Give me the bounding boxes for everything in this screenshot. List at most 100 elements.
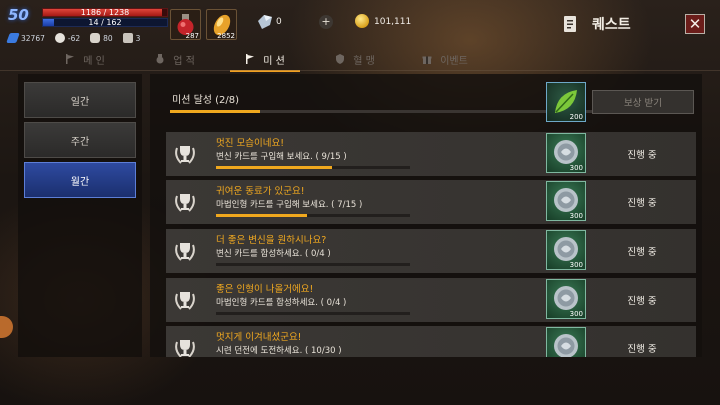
mission-title: 좋은 인형이 나올거에요! — [216, 284, 314, 295]
stat-buff: 3 — [122, 33, 141, 43]
mission-reward-count: 200 — [569, 113, 583, 121]
tab-achievement[interactable]: 업 적 — [130, 48, 220, 70]
mission-reward-count: 300 — [569, 164, 583, 172]
tab-mission-label: 미 션 — [263, 55, 285, 67]
tab-event[interactable]: 이벤트 — [400, 48, 490, 70]
mp-bar: 14 / 162 — [42, 18, 168, 27]
laurel-trophy-icon — [175, 243, 195, 261]
tab-event-label: 이벤트 — [440, 55, 468, 67]
close-icon: ✕ — [688, 15, 702, 33]
laurel-trophy-icon — [175, 340, 195, 357]
mission-reward-item[interactable]: 300 — [546, 327, 586, 357]
sidebar-item-monthly[interactable]: 월간 — [24, 162, 136, 198]
stat-mana: 32767 — [6, 33, 45, 43]
tab-clan-label: 혈 맹 — [353, 55, 375, 67]
player-level: 50 — [8, 6, 29, 24]
close-button[interactable]: ✕ — [685, 14, 705, 34]
mission-panel: 미션 달성 (2/8) 200 보상 받기 멋진 모습이네요! 변신 카드를 구입… — [150, 74, 702, 357]
stat-buff-value: 3 — [135, 33, 141, 43]
laurel-trophy-icon — [175, 194, 195, 212]
mission-title: 귀여운 동료가 있군요! — [216, 186, 305, 197]
mission-reward-count: 300 — [569, 310, 583, 318]
mission-reward-item[interactable]: 200 — [546, 82, 586, 122]
laurel-trophy-icon — [175, 146, 195, 164]
player-hud: 50 1186 / 1238 14 / 162 32767 -62 80 3 2… — [0, 0, 720, 48]
mission-status: 진행 중 — [627, 344, 657, 355]
laurel-trophy-icon — [175, 292, 195, 310]
tab-achievement-label: 업 적 — [173, 55, 195, 67]
hp-bar: 1186 / 1238 — [42, 8, 168, 17]
mission-progress-bar — [216, 312, 410, 315]
mission-reward-item[interactable]: 300 — [546, 279, 586, 319]
stat-row: 32767 -62 80 3 — [6, 31, 150, 45]
sidebar-item-weekly[interactable]: 주간 — [24, 122, 136, 158]
mission-description: 변신 카드를 구입해 보세요. ( 9/15 ) — [216, 152, 347, 162]
potion-slot[interactable]: 287 — [170, 9, 201, 40]
mission-reward-item[interactable]: 300 — [546, 133, 586, 173]
gold-amount: 101,111 — [374, 17, 412, 27]
hp-text: 1186 / 1238 — [80, 8, 130, 17]
shield-icon — [336, 54, 345, 64]
gift-icon — [422, 56, 432, 64]
elixir-count: 2852 — [217, 32, 235, 40]
stat-weight-value: 80 — [103, 33, 113, 43]
sidebar-item-daily[interactable]: 일간 — [24, 82, 136, 118]
quest-tabs: 메 인 업 적 미 션 혈 맹 이벤트 — [40, 48, 500, 72]
add-currency-button[interactable]: + — [319, 15, 333, 29]
weight-icon — [90, 33, 101, 43]
period-sidebar: 일간 주간 월간 — [18, 74, 142, 357]
mission-row[interactable]: 멋진 모습이네요! 변신 카드를 구입해 보세요. ( 9/15 ) 300 진행 중 — [166, 132, 696, 176]
mission-progress-bar — [216, 214, 410, 217]
gold-coin-icon — [355, 14, 369, 28]
medal-icon — [156, 54, 164, 64]
stat-alignment: -62 — [54, 33, 81, 43]
potion-count: 287 — [185, 32, 199, 40]
claim-reward-label: 보상 받기 — [624, 98, 662, 109]
mission-status: 진행 중 — [627, 296, 657, 307]
tab-clan[interactable]: 혈 맹 — [310, 48, 400, 70]
elixir-slot[interactable]: 2852 — [206, 9, 237, 40]
mission-progress-fill — [216, 214, 307, 217]
skull-icon — [54, 33, 65, 43]
mission-reward-count: 300 — [569, 261, 583, 269]
flag-icon — [246, 54, 255, 64]
coin-medal-icon — [554, 334, 578, 357]
mission-title: 더 좋은 변신을 원하시나요? — [216, 235, 327, 246]
mission-description: 변신 카드를 합성하세요. ( 0/4 ) — [216, 249, 331, 259]
mission-title: 멋지게 이겨내셨군요! — [216, 332, 302, 343]
stat-weight: 80 — [90, 33, 113, 43]
mission-description: 마법인형 카드를 합성하세요. ( 0/4 ) — [216, 298, 347, 308]
mission-reward-item[interactable]: 300 — [546, 230, 586, 270]
mission-title: 멋진 모습이네요! — [216, 138, 285, 149]
mission-progress-fill — [170, 110, 260, 113]
mission-status: 진행 중 — [627, 247, 657, 258]
mission-row[interactable]: 귀여운 동료가 있군요! 마법인형 카드를 구입해 보세요. ( 7/15 ) 30… — [166, 180, 696, 224]
mission-status: 진행 중 — [627, 150, 657, 161]
mission-progress-label: 미션 달성 (2/8) — [172, 95, 240, 106]
stat-alignment-value: -62 — [67, 33, 81, 43]
mission-row[interactable]: 좋은 인형이 나올거에요! 마법인형 카드를 합성하세요. ( 0/4 ) 300 진… — [166, 278, 696, 322]
mission-description: 마법인형 카드를 구입해 보세요. ( 7/15 ) — [216, 200, 363, 210]
mission-status: 진행 중 — [627, 198, 657, 209]
sidebar-item-label: 일간 — [70, 96, 90, 108]
page-title: 퀘스트 — [592, 17, 631, 33]
sidebar-item-label: 주간 — [70, 136, 90, 148]
flag-icon — [66, 54, 75, 64]
mission-row[interactable]: 더 좋은 변신을 원하시나요? 변신 카드를 합성하세요. ( 0/4 ) 300 진… — [166, 229, 696, 273]
tab-main-label: 메 인 — [83, 55, 105, 67]
wing-icon — [6, 33, 20, 43]
quest-scroll-icon — [564, 16, 576, 32]
buff-icon — [122, 33, 133, 43]
tab-divider — [0, 70, 720, 71]
diamond-icon — [258, 15, 272, 29]
mp-text: 14 / 162 — [88, 18, 122, 27]
tab-main[interactable]: 메 인 — [40, 48, 130, 70]
mission-progress-fill — [216, 166, 333, 169]
tab-mission[interactable]: 미 션 — [220, 48, 310, 72]
mission-reward-count: 300 — [569, 212, 583, 220]
mission-row[interactable]: 멋지게 이겨내셨군요! 시련 던전에 도전하세요. ( 10/30 ) 300 진행 … — [166, 326, 696, 357]
claim-reward-button[interactable]: 보상 받기 — [592, 90, 694, 114]
mission-description: 시련 던전에 도전하세요. ( 10/30 ) — [216, 346, 342, 356]
mission-reward-item[interactable]: 300 — [546, 181, 586, 221]
gem-count: 0 — [276, 17, 282, 27]
